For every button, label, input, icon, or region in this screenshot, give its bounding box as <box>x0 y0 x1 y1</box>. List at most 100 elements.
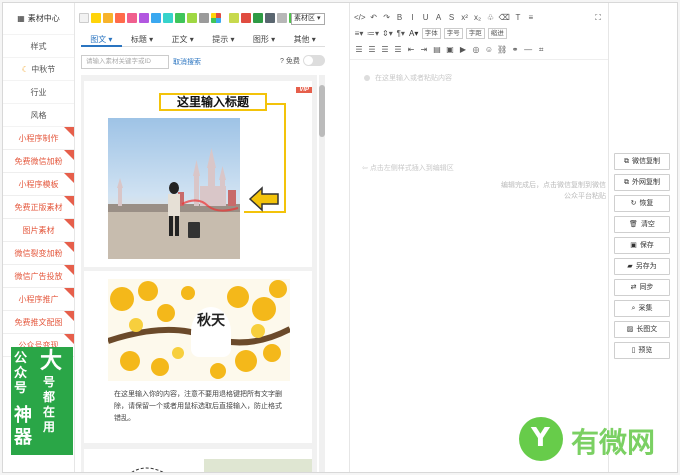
code-icon[interactable]: ⌗ <box>536 45 546 55</box>
color-swatch[interactable] <box>115 13 125 23</box>
toolbar-button[interactable]: S <box>447 13 457 22</box>
color-swatch[interactable] <box>199 13 209 23</box>
unlink-icon[interactable]: ⚭ <box>510 45 520 54</box>
editor-area[interactable]: </> ↶ ↷ B I U A Sx² x₂ ♧ ⌫ T ≡ ⛶ ≡▾ ≔▾ ⇕▾ ¶▾ A▾ 字体 字号… <box>349 3 609 472</box>
color-swatch[interactable] <box>163 13 173 23</box>
material-card-title[interactable]: VIP 这里输入标题 <box>84 81 312 267</box>
left-nav-item[interactable]: 行业 <box>3 81 74 104</box>
font-size-select[interactable]: 字号 <box>443 28 463 39</box>
left-nav-item[interactable]: ☾ 中秋节 <box>3 58 74 81</box>
indent-select[interactable]: 缩进 <box>487 28 507 39</box>
hr-icon[interactable]: — <box>523 45 533 54</box>
color-swatch[interactable] <box>79 13 89 23</box>
color-swatch[interactable] <box>187 13 197 23</box>
align-left-icon[interactable]: ☰ <box>354 45 364 54</box>
left-nav-item[interactable]: 微信裂变加粉 <box>3 242 74 265</box>
color-swatch[interactable] <box>139 13 149 23</box>
color-swatch[interactable] <box>229 13 239 23</box>
align-icon[interactable]: ≡▾ <box>354 29 364 38</box>
action-button[interactable]: ⌕ 采集 <box>614 300 670 317</box>
action-button[interactable]: ▯ 预览 <box>614 342 670 359</box>
hot-tag-icon <box>64 173 74 183</box>
left-nav-item[interactable]: 免费推文配图 <box>3 311 74 334</box>
free-toggle[interactable] <box>303 55 325 66</box>
color-swatch[interactable] <box>277 13 287 23</box>
action-button[interactable]: 🗑 清空 <box>614 216 670 233</box>
color-swatch[interactable] <box>241 13 251 23</box>
toolbar-button[interactable]: U <box>421 13 431 22</box>
action-button[interactable]: ⧉ 外网复制 <box>614 174 670 191</box>
justify-icon[interactable]: ☰ <box>393 45 403 54</box>
toolbar-button[interactable]: x² <box>460 13 470 22</box>
left-nav-item[interactable]: 小程序推广 <box>3 288 74 311</box>
color-swatch[interactable] <box>91 13 101 23</box>
toolbar-button[interactable]: B <box>395 13 405 22</box>
toolbar-button[interactable]: T <box>513 13 523 22</box>
map-icon[interactable]: ◎ <box>471 45 481 54</box>
toolbar-button[interactable]: ↷ <box>382 13 392 22</box>
left-nav-item[interactable]: 样式 <box>3 35 74 58</box>
emoji-icon[interactable]: ☺ <box>484 45 494 54</box>
left-nav-item[interactable]: 风格 <box>3 104 74 127</box>
color-swatch[interactable] <box>253 13 263 23</box>
indent-icon[interactable]: ⇥ <box>419 45 429 54</box>
material-card-autumn[interactable]: 秋天 在这里输入你的内容，注意不要用退格键把所有文字删除，请保留一个或者用鼠标选… <box>84 271 312 443</box>
table-icon[interactable]: ▤ <box>432 45 442 54</box>
align-center-icon[interactable]: ☰ <box>367 45 377 54</box>
color-swatch[interactable] <box>127 13 137 23</box>
toolbar-button[interactable]: ↶ <box>369 13 379 22</box>
category-tab[interactable]: 图文 ▾ <box>81 33 122 47</box>
palette-icon[interactable] <box>211 13 221 23</box>
category-tab[interactable]: 其他 ▾ <box>284 33 326 47</box>
scroll-thumb[interactable] <box>319 85 325 137</box>
action-button[interactable]: ▰ 另存为 <box>614 258 670 275</box>
area-select[interactable]: 素材区 ▾ <box>291 13 325 25</box>
left-nav-item[interactable]: 小程序模板 <box>3 173 74 196</box>
toolbar-button[interactable]: ≡ <box>526 13 536 22</box>
line-height-icon[interactable]: ⇕▾ <box>382 29 393 38</box>
font-color-icon[interactable]: A▾ <box>409 29 419 38</box>
promo-big-char: 大 <box>40 349 63 374</box>
paragraph-icon[interactable]: ¶▾ <box>396 29 406 38</box>
left-nav-item[interactable]: 图片素材 <box>3 219 74 242</box>
left-nav-item[interactable]: 免费微信加粉 <box>3 150 74 173</box>
category-tab[interactable]: 图形 ▾ <box>243 33 285 47</box>
search-input[interactable]: 请输入素材关键字或ID <box>81 55 169 69</box>
outdent-icon[interactable]: ⇤ <box>406 45 416 54</box>
action-button[interactable]: ⇄ 同步 <box>614 279 670 296</box>
letter-spacing-select[interactable]: 字距 <box>465 28 485 39</box>
image-icon[interactable]: ▣ <box>445 45 455 54</box>
video-icon[interactable]: ▶ <box>458 45 468 54</box>
material-card-next[interactable] <box>84 449 312 472</box>
toolbar-button[interactable]: </> <box>354 13 366 22</box>
toolbar-button[interactable]: A <box>434 13 444 22</box>
material-center-header[interactable]: ▦ 素材中心 <box>3 3 74 35</box>
action-button[interactable]: ▨ 长图文 <box>614 321 670 338</box>
material-scrollbar[interactable] <box>319 75 325 472</box>
action-button[interactable]: ⧉ 微信复制 <box>614 153 670 170</box>
color-swatch[interactable] <box>103 13 113 23</box>
toolbar-button[interactable]: I <box>408 13 418 22</box>
category-tab[interactable]: 标题 ▾ <box>121 33 163 47</box>
link-icon[interactable]: ⛓ <box>497 45 507 54</box>
action-button[interactable]: ↻ 恢复 <box>614 195 670 212</box>
left-nav-item[interactable]: 微信广告投放 <box>3 265 74 288</box>
category-tab[interactable]: 正文 ▾ <box>162 33 204 47</box>
category-tab[interactable]: 提示 ▾ <box>203 33 244 47</box>
list-icon[interactable]: ≔▾ <box>367 29 379 38</box>
color-swatch[interactable] <box>175 13 185 23</box>
promo-banner[interactable]: 公众号 大 号都在用 神器 <box>11 347 73 455</box>
clear-search-link[interactable]: 取消搜索 <box>173 57 201 67</box>
toolbar-button[interactable]: x₂ <box>473 13 483 22</box>
toolbar-button[interactable]: ⛶ <box>593 13 603 23</box>
action-button[interactable]: ▣ 保存 <box>614 237 670 254</box>
toolbar-button[interactable]: ⌫ <box>499 13 510 22</box>
align-right-icon[interactable]: ☰ <box>380 45 390 54</box>
left-nav-item[interactable]: 小程序制作 <box>3 127 74 150</box>
toolbar-button[interactable]: ♧ <box>486 13 496 22</box>
left-nav-item[interactable]: 免费正版素材 <box>3 196 74 219</box>
category-tabs: 图文 ▾ 标题 ▾ 正文 ▾ 提示 ▾ 图形 ▾ 其他 ▾ <box>81 33 326 47</box>
font-family-select[interactable]: 字体 <box>421 28 441 39</box>
color-swatch[interactable] <box>265 13 275 23</box>
color-swatch[interactable] <box>151 13 161 23</box>
